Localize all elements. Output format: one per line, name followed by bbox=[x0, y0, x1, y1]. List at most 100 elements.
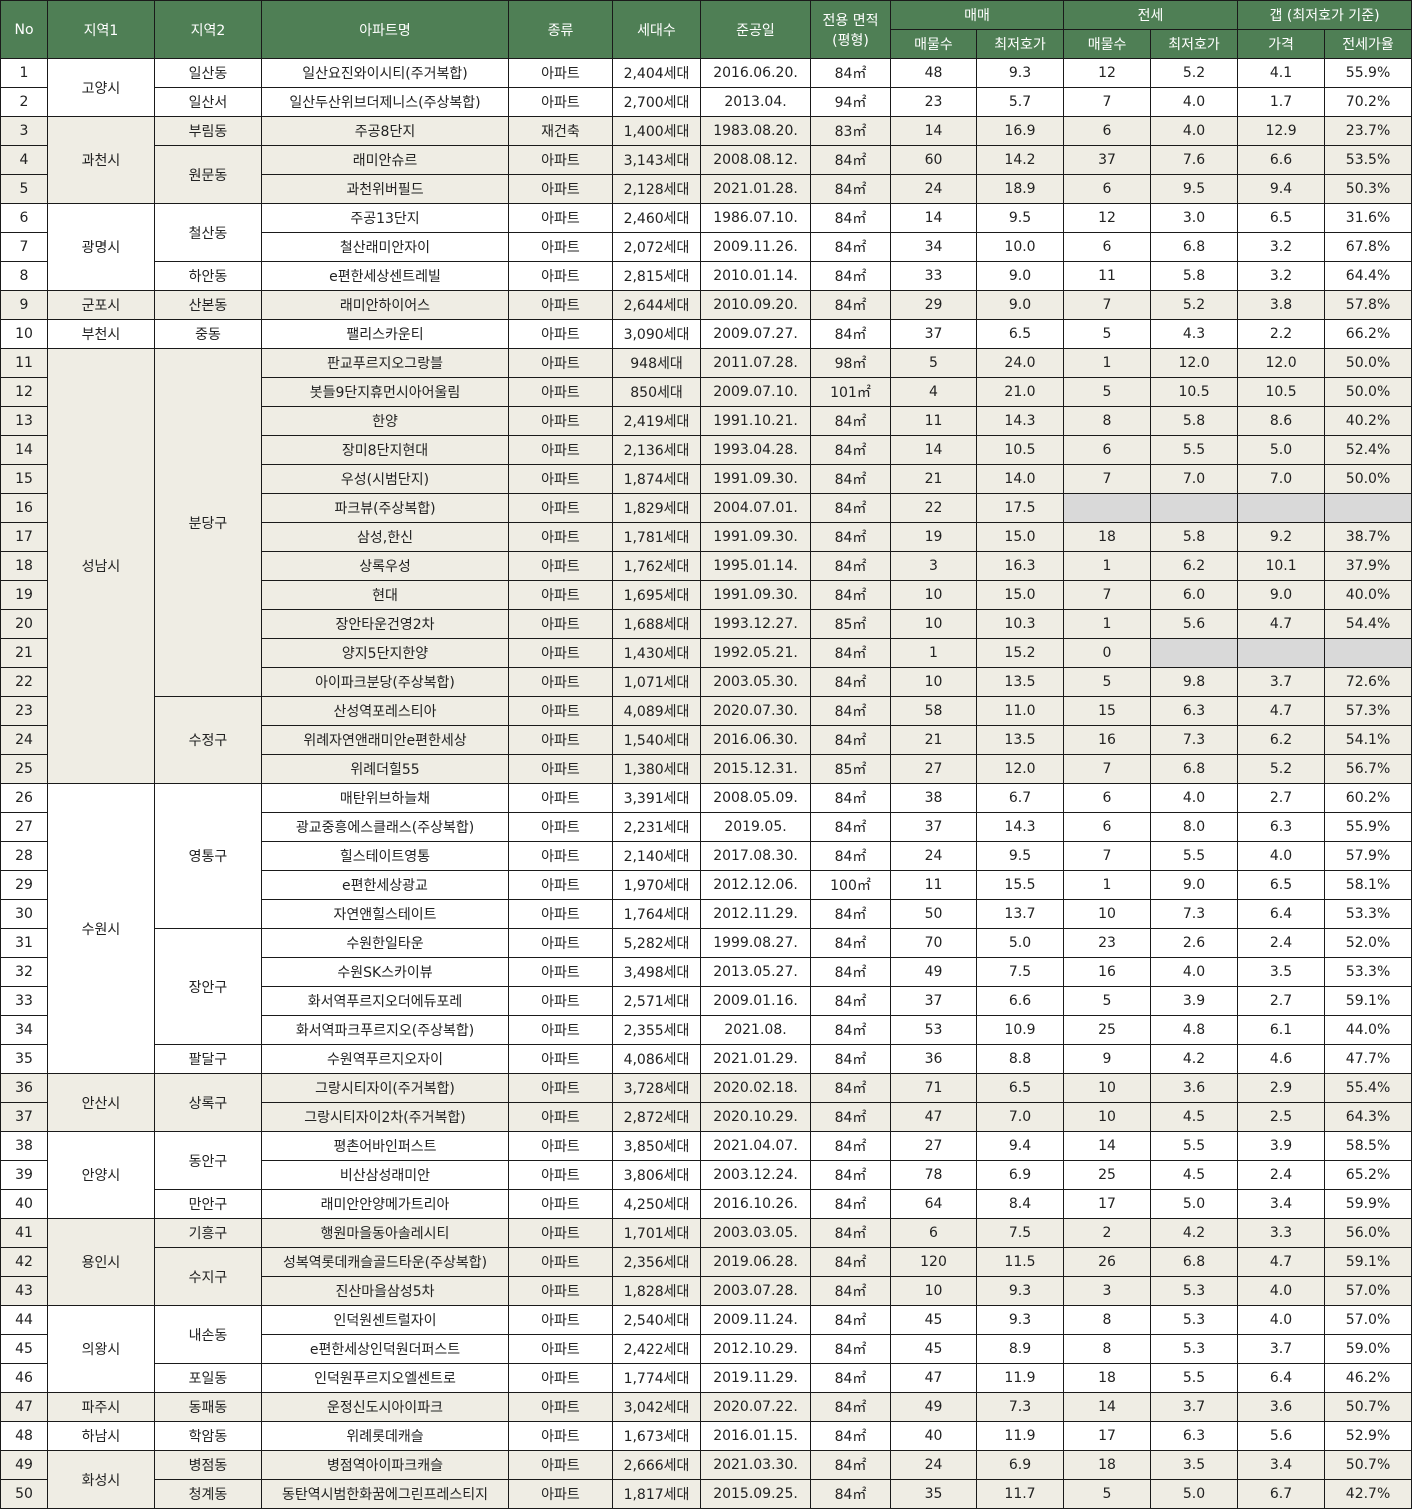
cell-sale-lowest: 6.5 bbox=[975, 1073, 1065, 1103]
cell-sale-lowest: 6.6 bbox=[975, 986, 1065, 1016]
cell-sale-listings: 27 bbox=[890, 1131, 977, 1161]
cell-completion-date: 1991.10.21. bbox=[700, 406, 811, 436]
cell-jeonse-ratio: 50.7% bbox=[1324, 1392, 1413, 1422]
cell-jeonse-lowest: 5.0 bbox=[1150, 1189, 1239, 1219]
cell-apt-name: 봇들9단지휴먼시아어울림 bbox=[261, 377, 509, 407]
cell-sale-listings: 23 bbox=[890, 87, 977, 117]
cell-apt-type: 아파트 bbox=[508, 87, 613, 117]
table-row: 23 수정구 산성역포레스티아 아파트 4,089세대 2020.07.30. 84㎡ 58 1… bbox=[0, 696, 1413, 784]
table-row: 44 의왕시 내손동 인덕원센트럴자이 아파트 2,540세대 2009.11.24. 84㎡… bbox=[0, 1305, 1413, 1393]
cell-households: 3,728세대 bbox=[612, 1073, 701, 1103]
cell-no: 43 bbox=[0, 1276, 48, 1306]
cell-gap-price: 9.0 bbox=[1237, 580, 1326, 610]
cell-area: 84㎡ bbox=[810, 1102, 891, 1132]
cell-jeonse-listings: 6 bbox=[1063, 174, 1152, 204]
cell-gap-price: 5.2 bbox=[1237, 754, 1326, 784]
cell-gap-price: 6.3 bbox=[1237, 812, 1326, 842]
cell-apt-name: 수원역푸르지오자이 bbox=[261, 1044, 509, 1074]
cell-gap-price: 6.7 bbox=[1237, 1479, 1326, 1509]
cell-jeonse-lowest: 4.5 bbox=[1150, 1160, 1239, 1190]
cell-gap-price: 3.4 bbox=[1237, 1450, 1326, 1480]
cell-completion-date: 2008.08.12. bbox=[700, 145, 811, 175]
cell-apt-type: 아파트 bbox=[508, 464, 613, 494]
cell-area: 98㎡ bbox=[810, 348, 891, 378]
cell-apt-name: 상록우성 bbox=[261, 551, 509, 581]
cell-apt-name: 주공13단지 bbox=[261, 203, 509, 233]
cell-area: 84㎡ bbox=[810, 493, 891, 523]
cell-area: 84㎡ bbox=[810, 174, 891, 204]
cell-sale-listings: 10 bbox=[890, 1276, 977, 1306]
cell-area: 84㎡ bbox=[810, 1189, 891, 1219]
cell-households: 1,874세대 bbox=[612, 464, 701, 494]
header-jeonse: 전세 bbox=[1063, 0, 1239, 30]
cell-households: 1,817세대 bbox=[612, 1479, 701, 1509]
table-row: 46 포일동 인덕원푸르지오엘센트로 아파트 1,774세대 2019.11.29. 84㎡… bbox=[0, 1363, 1413, 1393]
cell-apt-type: 아파트 bbox=[508, 1218, 613, 1248]
table-row: 31 장안구 수원한일타운 아파트 5,282세대 1999.08.27. 84㎡ 70 5.0… bbox=[0, 928, 1413, 1045]
cell-sale-listings: 58 bbox=[890, 696, 977, 726]
cell-jeonse-listings: 17 bbox=[1063, 1421, 1152, 1451]
cell-area: 84㎡ bbox=[810, 1015, 891, 1045]
cell-apt-type: 아파트 bbox=[508, 1189, 613, 1219]
cell-sale-lowest: 9.4 bbox=[975, 1131, 1065, 1161]
cell-no: 36 bbox=[0, 1073, 48, 1103]
cell-sale-listings: 22 bbox=[890, 493, 977, 523]
cell-jeonse-lowest: 5.3 bbox=[1150, 1334, 1239, 1364]
cell-apt-type: 아파트 bbox=[508, 290, 613, 320]
header-area-label: 전용 면적 bbox=[822, 12, 879, 29]
cell-gap-price: 6.6 bbox=[1237, 145, 1326, 175]
cell-jeonse-listings bbox=[1063, 493, 1152, 523]
cell-no: 21 bbox=[0, 638, 48, 668]
cell-jeonse-listings: 1 bbox=[1063, 348, 1152, 378]
cell-apt-name: 판교푸르지오그랑블 bbox=[261, 348, 509, 378]
cell-region2: 내손동 bbox=[154, 1305, 262, 1364]
cell-area: 84㎡ bbox=[810, 406, 891, 436]
cell-area: 84㎡ bbox=[810, 957, 891, 987]
cell-no: 39 bbox=[0, 1160, 48, 1190]
cell-no: 33 bbox=[0, 986, 48, 1016]
cell-area: 84㎡ bbox=[810, 1218, 891, 1248]
cell-jeonse-ratio: 58.1% bbox=[1324, 870, 1413, 900]
cell-no: 10 bbox=[0, 319, 48, 349]
cell-completion-date: 1986.07.10. bbox=[700, 203, 811, 233]
cell-completion-date: 2020.02.18. bbox=[700, 1073, 811, 1103]
cell-apt-type: 아파트 bbox=[508, 522, 613, 552]
cell-region2: 산본동 bbox=[154, 290, 262, 320]
cell-households: 3,498세대 bbox=[612, 957, 701, 987]
cell-jeonse-listings: 14 bbox=[1063, 1392, 1152, 1422]
cell-region1: 파주시 bbox=[47, 1392, 155, 1422]
cell-sale-lowest: 6.7 bbox=[975, 783, 1065, 813]
cell-completion-date: 2009.01.16. bbox=[700, 986, 811, 1016]
cell-sale-listings: 60 bbox=[890, 145, 977, 175]
cell-jeonse-lowest: 5.8 bbox=[1150, 406, 1239, 436]
cell-jeonse-ratio: 57.9% bbox=[1324, 841, 1413, 871]
cell-sale-listings: 40 bbox=[890, 1421, 977, 1451]
cell-jeonse-listings: 1 bbox=[1063, 609, 1152, 639]
cell-region1: 성남시 bbox=[47, 348, 155, 784]
cell-apt-type: 아파트 bbox=[508, 783, 613, 813]
cell-households: 3,042세대 bbox=[612, 1392, 701, 1422]
cell-apt-name: 그랑시티자이(주거복합) bbox=[261, 1073, 509, 1103]
cell-apt-type: 아파트 bbox=[508, 1247, 613, 1277]
cell-jeonse-ratio: 47.7% bbox=[1324, 1044, 1413, 1074]
cell-gap-price: 6.5 bbox=[1237, 870, 1326, 900]
cell-region2: 분당구 bbox=[154, 348, 262, 697]
cell-gap-price: 3.9 bbox=[1237, 1131, 1326, 1161]
cell-no: 16 bbox=[0, 493, 48, 523]
cell-region1: 하남시 bbox=[47, 1421, 155, 1451]
cell-apt-name: 화서역파크푸르지오(주상복합) bbox=[261, 1015, 509, 1045]
cell-apt-name: e편한세상광교 bbox=[261, 870, 509, 900]
cell-jeonse-lowest: 10.5 bbox=[1150, 377, 1239, 407]
cell-apt-name: 팰리스카운티 bbox=[261, 319, 509, 349]
cell-no: 17 bbox=[0, 522, 48, 552]
table-row: 6 광명시 철산동 주공13단지 아파트 2,460세대 1986.07.10. 84㎡ 14 9… bbox=[0, 203, 1413, 291]
cell-completion-date: 1983.08.20. bbox=[700, 116, 811, 146]
cell-completion-date: 2003.12.24. bbox=[700, 1160, 811, 1190]
cell-region2: 팔달구 bbox=[154, 1044, 262, 1074]
cell-sale-lowest: 5.0 bbox=[975, 928, 1065, 958]
cell-completion-date: 2021.08. bbox=[700, 1015, 811, 1045]
cell-sale-lowest: 15.2 bbox=[975, 638, 1065, 668]
cell-apt-type: 아파트 bbox=[508, 1450, 613, 1480]
cell-area: 84㎡ bbox=[810, 812, 891, 842]
cell-gap-price: 3.8 bbox=[1237, 290, 1326, 320]
